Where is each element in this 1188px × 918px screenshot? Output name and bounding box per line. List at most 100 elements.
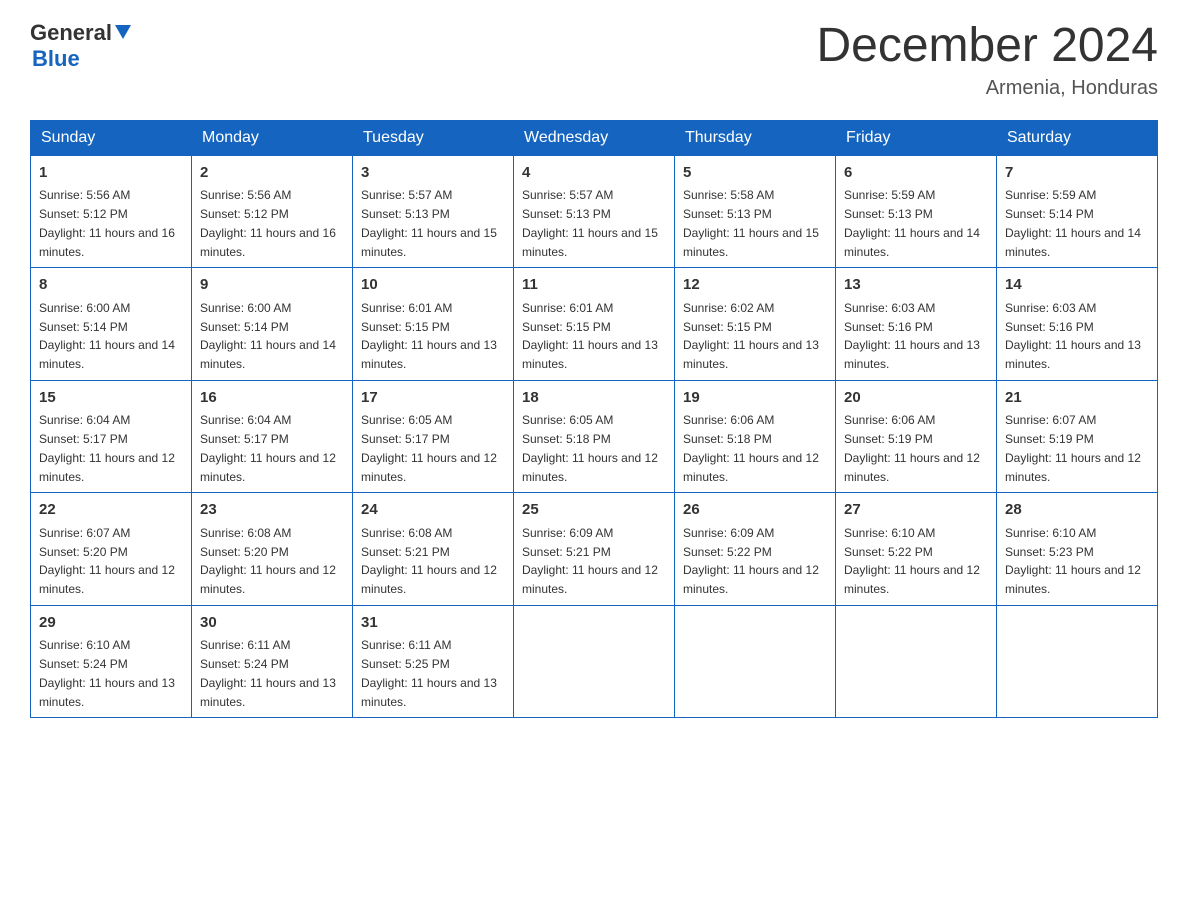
calendar-cell: 24 Sunrise: 6:08 AMSunset: 5:21 PMDaylig… bbox=[353, 493, 514, 606]
day-info: Sunrise: 6:02 AMSunset: 5:15 PMDaylight:… bbox=[683, 301, 819, 371]
calendar-cell: 5 Sunrise: 5:58 AMSunset: 5:13 PMDayligh… bbox=[675, 155, 836, 268]
calendar-week-row: 22 Sunrise: 6:07 AMSunset: 5:20 PMDaylig… bbox=[31, 493, 1158, 606]
weekday-header-saturday: Saturday bbox=[997, 120, 1158, 155]
day-info: Sunrise: 6:09 AMSunset: 5:21 PMDaylight:… bbox=[522, 526, 658, 596]
calendar-week-row: 29 Sunrise: 6:10 AMSunset: 5:24 PMDaylig… bbox=[31, 605, 1158, 718]
calendar-cell: 23 Sunrise: 6:08 AMSunset: 5:20 PMDaylig… bbox=[192, 493, 353, 606]
day-info: Sunrise: 6:08 AMSunset: 5:20 PMDaylight:… bbox=[200, 526, 336, 596]
day-info: Sunrise: 6:01 AMSunset: 5:15 PMDaylight:… bbox=[361, 301, 497, 371]
day-info: Sunrise: 6:00 AMSunset: 5:14 PMDaylight:… bbox=[200, 301, 336, 371]
calendar-cell: 28 Sunrise: 6:10 AMSunset: 5:23 PMDaylig… bbox=[997, 493, 1158, 606]
calendar-title: December 2024 bbox=[816, 20, 1158, 73]
calendar-cell: 25 Sunrise: 6:09 AMSunset: 5:21 PMDaylig… bbox=[514, 493, 675, 606]
day-info: Sunrise: 6:10 AMSunset: 5:22 PMDaylight:… bbox=[844, 526, 980, 596]
day-number: 19 bbox=[683, 387, 827, 410]
weekday-header-thursday: Thursday bbox=[675, 120, 836, 155]
day-number: 17 bbox=[361, 387, 505, 410]
calendar-week-row: 15 Sunrise: 6:04 AMSunset: 5:17 PMDaylig… bbox=[31, 380, 1158, 493]
day-info: Sunrise: 6:11 AMSunset: 5:25 PMDaylight:… bbox=[361, 638, 497, 708]
calendar-cell: 21 Sunrise: 6:07 AMSunset: 5:19 PMDaylig… bbox=[997, 380, 1158, 493]
day-info: Sunrise: 6:10 AMSunset: 5:24 PMDaylight:… bbox=[39, 638, 175, 708]
logo-text-blue: Blue bbox=[32, 46, 80, 72]
calendar-week-row: 8 Sunrise: 6:00 AMSunset: 5:14 PMDayligh… bbox=[31, 268, 1158, 381]
calendar-cell bbox=[997, 605, 1158, 718]
day-number: 29 bbox=[39, 612, 183, 635]
day-info: Sunrise: 5:57 AMSunset: 5:13 PMDaylight:… bbox=[522, 188, 658, 258]
weekday-header-monday: Monday bbox=[192, 120, 353, 155]
day-info: Sunrise: 6:00 AMSunset: 5:14 PMDaylight:… bbox=[39, 301, 175, 371]
day-info: Sunrise: 6:03 AMSunset: 5:16 PMDaylight:… bbox=[844, 301, 980, 371]
day-info: Sunrise: 6:04 AMSunset: 5:17 PMDaylight:… bbox=[200, 413, 336, 483]
calendar-cell: 15 Sunrise: 6:04 AMSunset: 5:17 PMDaylig… bbox=[31, 380, 192, 493]
calendar-cell: 7 Sunrise: 5:59 AMSunset: 5:14 PMDayligh… bbox=[997, 155, 1158, 268]
calendar-cell: 26 Sunrise: 6:09 AMSunset: 5:22 PMDaylig… bbox=[675, 493, 836, 606]
day-number: 30 bbox=[200, 612, 344, 635]
day-info: Sunrise: 6:10 AMSunset: 5:23 PMDaylight:… bbox=[1005, 526, 1141, 596]
day-number: 9 bbox=[200, 274, 344, 297]
day-number: 4 bbox=[522, 162, 666, 185]
day-number: 6 bbox=[844, 162, 988, 185]
calendar-cell: 12 Sunrise: 6:02 AMSunset: 5:15 PMDaylig… bbox=[675, 268, 836, 381]
logo-icon-arrow bbox=[115, 25, 131, 46]
day-info: Sunrise: 5:57 AMSunset: 5:13 PMDaylight:… bbox=[361, 188, 497, 258]
weekday-header-friday: Friday bbox=[836, 120, 997, 155]
day-number: 27 bbox=[844, 499, 988, 522]
day-number: 3 bbox=[361, 162, 505, 185]
calendar-cell: 6 Sunrise: 5:59 AMSunset: 5:13 PMDayligh… bbox=[836, 155, 997, 268]
day-info: Sunrise: 6:11 AMSunset: 5:24 PMDaylight:… bbox=[200, 638, 336, 708]
calendar-cell: 9 Sunrise: 6:00 AMSunset: 5:14 PMDayligh… bbox=[192, 268, 353, 381]
day-number: 12 bbox=[683, 274, 827, 297]
calendar-cell: 4 Sunrise: 5:57 AMSunset: 5:13 PMDayligh… bbox=[514, 155, 675, 268]
calendar-cell bbox=[836, 605, 997, 718]
calendar-cell: 19 Sunrise: 6:06 AMSunset: 5:18 PMDaylig… bbox=[675, 380, 836, 493]
calendar-cell: 16 Sunrise: 6:04 AMSunset: 5:17 PMDaylig… bbox=[192, 380, 353, 493]
day-number: 18 bbox=[522, 387, 666, 410]
calendar-cell: 14 Sunrise: 6:03 AMSunset: 5:16 PMDaylig… bbox=[997, 268, 1158, 381]
title-section: December 2024 Armenia, Honduras bbox=[816, 20, 1158, 100]
day-number: 2 bbox=[200, 162, 344, 185]
day-info: Sunrise: 6:07 AMSunset: 5:20 PMDaylight:… bbox=[39, 526, 175, 596]
day-number: 23 bbox=[200, 499, 344, 522]
day-info: Sunrise: 6:04 AMSunset: 5:17 PMDaylight:… bbox=[39, 413, 175, 483]
day-info: Sunrise: 5:59 AMSunset: 5:14 PMDaylight:… bbox=[1005, 188, 1141, 258]
day-info: Sunrise: 6:06 AMSunset: 5:18 PMDaylight:… bbox=[683, 413, 819, 483]
calendar-cell: 31 Sunrise: 6:11 AMSunset: 5:25 PMDaylig… bbox=[353, 605, 514, 718]
day-number: 15 bbox=[39, 387, 183, 410]
day-info: Sunrise: 6:06 AMSunset: 5:19 PMDaylight:… bbox=[844, 413, 980, 483]
day-number: 24 bbox=[361, 499, 505, 522]
day-number: 13 bbox=[844, 274, 988, 297]
day-number: 21 bbox=[1005, 387, 1149, 410]
day-number: 31 bbox=[361, 612, 505, 635]
day-info: Sunrise: 6:07 AMSunset: 5:19 PMDaylight:… bbox=[1005, 413, 1141, 483]
logo-text-general: General bbox=[30, 20, 112, 46]
page-header: General Blue December 2024 Armenia, Hond… bbox=[30, 20, 1158, 100]
calendar-cell: 17 Sunrise: 6:05 AMSunset: 5:17 PMDaylig… bbox=[353, 380, 514, 493]
day-info: Sunrise: 5:56 AMSunset: 5:12 PMDaylight:… bbox=[200, 188, 336, 258]
day-number: 20 bbox=[844, 387, 988, 410]
weekday-header-tuesday: Tuesday bbox=[353, 120, 514, 155]
calendar-cell: 29 Sunrise: 6:10 AMSunset: 5:24 PMDaylig… bbox=[31, 605, 192, 718]
day-info: Sunrise: 5:59 AMSunset: 5:13 PMDaylight:… bbox=[844, 188, 980, 258]
day-info: Sunrise: 6:08 AMSunset: 5:21 PMDaylight:… bbox=[361, 526, 497, 596]
day-number: 10 bbox=[361, 274, 505, 297]
day-number: 7 bbox=[1005, 162, 1149, 185]
calendar-cell: 10 Sunrise: 6:01 AMSunset: 5:15 PMDaylig… bbox=[353, 268, 514, 381]
weekday-header-row: SundayMondayTuesdayWednesdayThursdayFrid… bbox=[31, 120, 1158, 155]
day-number: 25 bbox=[522, 499, 666, 522]
day-info: Sunrise: 5:56 AMSunset: 5:12 PMDaylight:… bbox=[39, 188, 175, 258]
calendar-subtitle: Armenia, Honduras bbox=[816, 77, 1158, 100]
day-number: 26 bbox=[683, 499, 827, 522]
day-info: Sunrise: 5:58 AMSunset: 5:13 PMDaylight:… bbox=[683, 188, 819, 258]
weekday-header-sunday: Sunday bbox=[31, 120, 192, 155]
day-info: Sunrise: 6:09 AMSunset: 5:22 PMDaylight:… bbox=[683, 526, 819, 596]
calendar-week-row: 1 Sunrise: 5:56 AMSunset: 5:12 PMDayligh… bbox=[31, 155, 1158, 268]
day-number: 14 bbox=[1005, 274, 1149, 297]
day-number: 1 bbox=[39, 162, 183, 185]
day-info: Sunrise: 6:01 AMSunset: 5:15 PMDaylight:… bbox=[522, 301, 658, 371]
calendar-cell: 1 Sunrise: 5:56 AMSunset: 5:12 PMDayligh… bbox=[31, 155, 192, 268]
calendar-cell: 13 Sunrise: 6:03 AMSunset: 5:16 PMDaylig… bbox=[836, 268, 997, 381]
calendar-cell: 27 Sunrise: 6:10 AMSunset: 5:22 PMDaylig… bbox=[836, 493, 997, 606]
day-number: 8 bbox=[39, 274, 183, 297]
calendar-table: SundayMondayTuesdayWednesdayThursdayFrid… bbox=[30, 120, 1158, 719]
day-info: Sunrise: 6:03 AMSunset: 5:16 PMDaylight:… bbox=[1005, 301, 1141, 371]
